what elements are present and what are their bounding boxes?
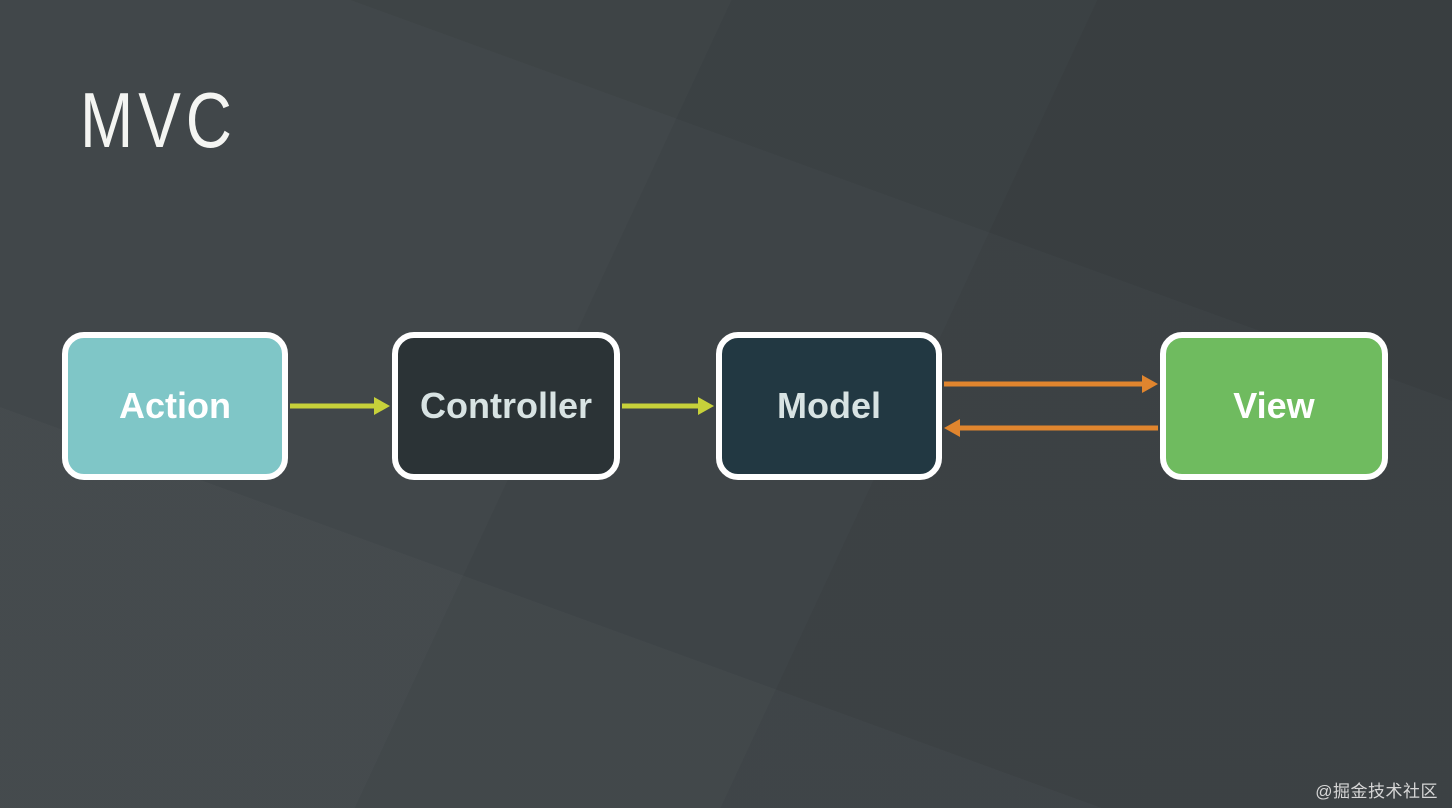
watermark-text: @掘金技术社区	[1315, 777, 1438, 802]
diagram-stage: ActionControllerModelView	[0, 0, 1452, 808]
arrow-view-to-model	[0, 0, 1452, 808]
